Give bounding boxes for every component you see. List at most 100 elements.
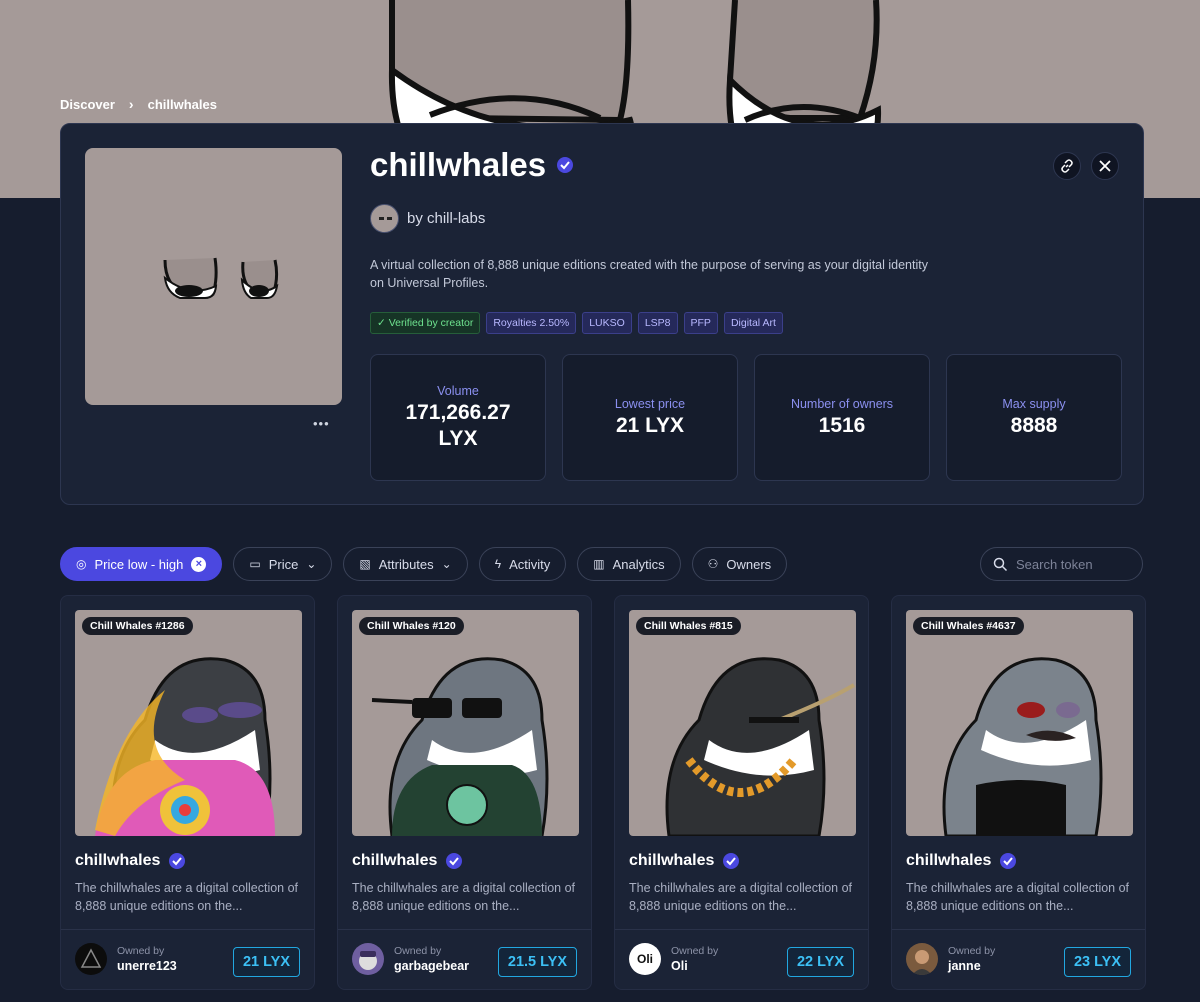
chevron-down-icon: ⌄: [441, 557, 452, 571]
bolt-icon: ϟ: [494, 557, 502, 571]
activity-tab-button[interactable]: ϟ Activity: [478, 547, 567, 581]
token-id-badge: Chill Whales #4637: [913, 617, 1024, 635]
stat-label: Volume: [437, 383, 479, 398]
price-filter-button[interactable]: ▭ Price ⌄: [233, 547, 333, 581]
wallet-icon: ▭: [249, 557, 261, 571]
stat-value: 8888: [1010, 413, 1058, 437]
more-icon[interactable]: •••: [313, 416, 330, 431]
token-id-badge: Chill Whales #1286: [82, 617, 193, 635]
card-divider: [615, 929, 868, 930]
card-description: The chillwhales are a digital collection…: [906, 881, 1130, 913]
chevron-right-icon: ›: [128, 96, 134, 112]
breadcrumb-discover-link[interactable]: Discover: [60, 97, 115, 112]
stat-lowest-price: Lowest price 21 LYX: [562, 354, 738, 481]
stat-label: Number of owners: [790, 396, 894, 411]
chevron-down-icon: ⌄: [306, 557, 317, 571]
stat-value: 1516: [818, 413, 866, 437]
collection-header-card: ••• chillwhales by chill-labs A virtual …: [60, 123, 1144, 505]
collection-description: A virtual collection of 8,888 unique edi…: [370, 258, 928, 290]
collection-cover-image: [85, 148, 342, 405]
stat-value: 21 LYX: [615, 413, 685, 437]
owner-link[interactable]: Owned by janne: [906, 943, 995, 975]
creator-link[interactable]: by chill-labs: [370, 204, 485, 233]
card-divider: [61, 929, 314, 930]
tag-lukso: LUKSO: [582, 312, 632, 334]
card-collection-name: chillwhales: [906, 852, 992, 869]
card-collection-name: chillwhales: [629, 852, 715, 869]
card-description: The chillwhales are a digital collection…: [352, 881, 576, 913]
attributes-filter-button[interactable]: ▧ Attributes ⌄: [343, 547, 468, 581]
owner-link[interactable]: Oli Owned by Oli: [629, 943, 718, 975]
tag-pfp: PFP: [683, 312, 718, 334]
attributes-filter-label: Attributes: [378, 556, 434, 572]
collection-stats: Volume 171,266.27 LYX Lowest price 21 LY…: [370, 354, 1122, 481]
search-token-input[interactable]: [1016, 556, 1126, 572]
creator-name: by chill-labs: [407, 210, 486, 227]
owner-avatar: Oli: [629, 943, 661, 975]
tag-lsp8: LSP8: [637, 312, 678, 334]
close-icon[interactable]: ×: [191, 556, 207, 572]
card-description: The chillwhales are a digital collection…: [629, 881, 853, 913]
verified-badge-icon: [723, 853, 740, 869]
price-filter-label: Price: [268, 556, 299, 572]
link-icon: [1061, 159, 1073, 173]
stat-volume: Volume 171,266.27 LYX: [370, 354, 546, 481]
owner-avatar: [906, 943, 938, 975]
token-image: Chill Whales #1286: [75, 610, 302, 836]
breadcrumb-current: chillwhales: [147, 96, 217, 112]
stat-label: Lowest price: [614, 396, 686, 411]
owner-name: garbagebear: [394, 958, 470, 973]
owner-name: janne: [948, 958, 981, 973]
owner-link[interactable]: Owned by unerre123: [75, 943, 177, 975]
token-card[interactable]: Chill Whales #4637 chillwhales The chill…: [891, 595, 1146, 990]
collection-tags: ✓ Verified by creator Royalties 2.50% LU…: [370, 312, 783, 334]
owner-avatar: [352, 943, 384, 975]
owner-link[interactable]: Owned by garbagebear: [352, 943, 469, 975]
price-button[interactable]: 21.5 LYX: [497, 947, 577, 977]
sort-icon: ◎: [76, 557, 87, 571]
attributes-icon: ▧: [359, 557, 371, 571]
search-token-field[interactable]: [980, 547, 1143, 581]
owners-label: Owners: [726, 556, 772, 572]
owned-by-label: Owned by: [394, 944, 442, 957]
owned-by-label: Owned by: [117, 944, 165, 957]
token-card[interactable]: Chill Whales #815 chillwhales The chillw…: [614, 595, 869, 990]
card-collection-name: chillwhales: [75, 852, 161, 869]
verified-badge-icon: [446, 853, 463, 869]
analytics-tab-button[interactable]: ▥ Analytics: [577, 547, 681, 581]
token-card[interactable]: Chill Whales #120 chillwhales The chillw…: [337, 595, 592, 990]
card-divider: [338, 929, 591, 930]
verified-badge-icon: [169, 853, 186, 869]
owners-tab-button[interactable]: ⚇ Owners: [691, 547, 788, 581]
token-card[interactable]: Chill Whales #1286 chillwhales The chill…: [60, 595, 315, 990]
owner-name: Oli: [671, 958, 688, 973]
card-collection-name: chillwhales: [352, 852, 438, 869]
users-icon: ⚇: [707, 557, 719, 571]
owned-by-label: Owned by: [948, 944, 996, 957]
token-grid: Chill Whales #1286 chillwhales The chill…: [60, 595, 1146, 990]
search-icon: [993, 557, 1008, 571]
x-share-button[interactable]: [1091, 152, 1119, 180]
owner-avatar: [75, 943, 107, 975]
token-image: Chill Whales #815: [629, 610, 856, 836]
sort-label: Price low - high: [94, 556, 184, 572]
card-divider: [892, 929, 1145, 930]
price-button[interactable]: 23 LYX: [1063, 947, 1131, 977]
stat-owners: Number of owners 1516: [754, 354, 930, 481]
stat-max-supply: Max supply 8888: [946, 354, 1122, 481]
price-button[interactable]: 21 LYX: [232, 947, 300, 977]
owner-name: unerre123: [117, 958, 177, 973]
creator-avatar: [370, 204, 399, 233]
bar-chart-icon: ▥: [593, 557, 605, 571]
price-button[interactable]: 22 LYX: [786, 947, 854, 977]
tag-verified: ✓ Verified by creator: [370, 312, 481, 334]
verified-badge-icon: [1000, 853, 1017, 869]
filter-bar: ◎ Price low - high × ▭ Price ⌄ ▧ Attribu…: [60, 547, 788, 581]
breadcrumb: Discover › chillwhales: [60, 96, 217, 112]
collection-title: chillwhales: [370, 146, 547, 183]
copy-link-button[interactable]: [1053, 152, 1081, 180]
sort-chip[interactable]: ◎ Price low - high ×: [60, 547, 223, 581]
token-id-badge: Chill Whales #815: [636, 617, 741, 635]
analytics-label: Analytics: [612, 556, 665, 572]
owned-by-label: Owned by: [671, 944, 719, 957]
